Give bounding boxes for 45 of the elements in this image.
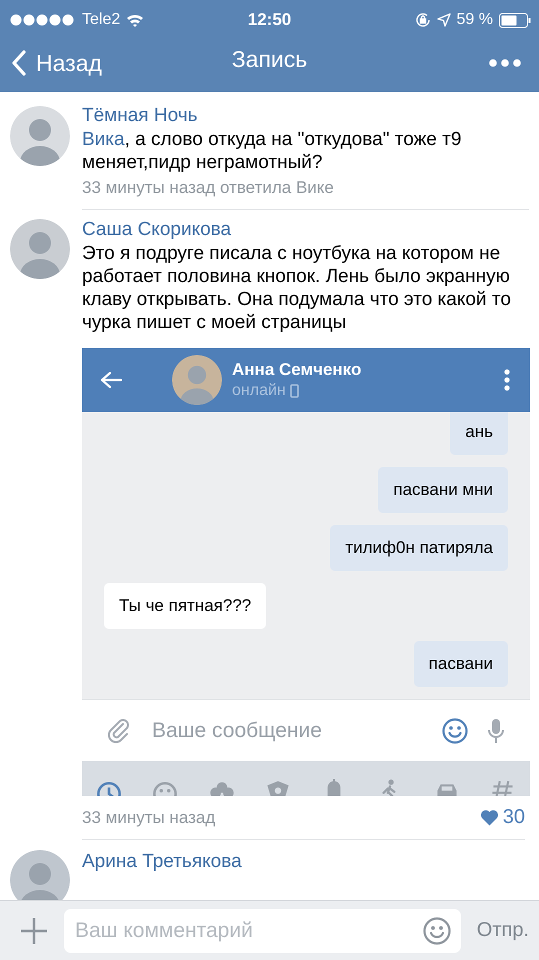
heart-icon <box>480 809 499 826</box>
microphone-icon[interactable] <box>488 718 504 744</box>
sticker-tab-icon[interactable] <box>264 779 291 796</box>
message-bubble: Ты че пятная??? <box>104 583 266 629</box>
comment-text: Вика, а слово откуда на "откудова" тоже т9 меняет,пидр неграмотный? <box>82 128 462 174</box>
signal-icon <box>10 14 76 26</box>
clock-time: 12:50 <box>246 10 292 30</box>
online-status: онлайн <box>232 381 286 401</box>
sticker-tab-icon[interactable] <box>152 779 178 796</box>
message-bubble: пасвани <box>414 641 508 687</box>
avatar <box>10 850 70 900</box>
smiley-icon[interactable] <box>422 916 451 944</box>
page-title: Запись <box>230 46 308 73</box>
avatar <box>172 355 222 405</box>
comment-meta: 33 минуты назад ответила Вике <box>82 177 335 199</box>
back-arrow-icon[interactable] <box>100 371 122 389</box>
message-bubble: пасвани мни <box>378 467 508 513</box>
send-button[interactable]: Отпр. <box>476 919 529 942</box>
sticker-tab-icon[interactable] <box>208 779 235 796</box>
author-name[interactable]: Саша Скорикова <box>82 218 529 242</box>
smiley-icon[interactable] <box>442 718 468 744</box>
more-options-icon[interactable] <box>489 59 521 67</box>
message-bubble: тилиф0н патиряла <box>330 525 508 571</box>
battery-percent: 59 % <box>456 11 493 29</box>
back-chevron-icon <box>12 50 26 76</box>
message-field[interactable]: Ваше сообщение <box>152 718 422 742</box>
plus-icon[interactable] <box>20 916 48 944</box>
rotation-lock-icon <box>414 12 431 28</box>
carrier-name: Tele2 <box>82 11 120 29</box>
author-name[interactable]: Тёмная Ночь <box>82 104 529 128</box>
location-arrow-icon <box>436 13 451 27</box>
sticker-tab-icon[interactable] <box>96 779 122 796</box>
comment-text: Это я подруге писала с ноутбука на котором не работает половина кнопок. Лень было экранную клаву открывать. Она подумала что это какой то чурка пишет с моей страницы <box>82 242 512 334</box>
contact-name: Анна Семченко <box>232 359 362 381</box>
back-button[interactable]: Назад <box>12 50 102 76</box>
more-options-icon[interactable] <box>504 369 510 391</box>
message-bubble: ань <box>450 412 508 455</box>
battery-icon <box>499 12 531 28</box>
reply-link[interactable]: Вика <box>82 129 125 150</box>
phone-icon <box>290 384 299 398</box>
paperclip-icon[interactable] <box>106 718 132 744</box>
author-name[interactable]: Арина Третьякова <box>82 850 529 874</box>
wifi-icon <box>126 13 144 27</box>
like-button[interactable]: 30 <box>480 806 525 829</box>
post-time: 33 минуты назад <box>82 808 216 828</box>
